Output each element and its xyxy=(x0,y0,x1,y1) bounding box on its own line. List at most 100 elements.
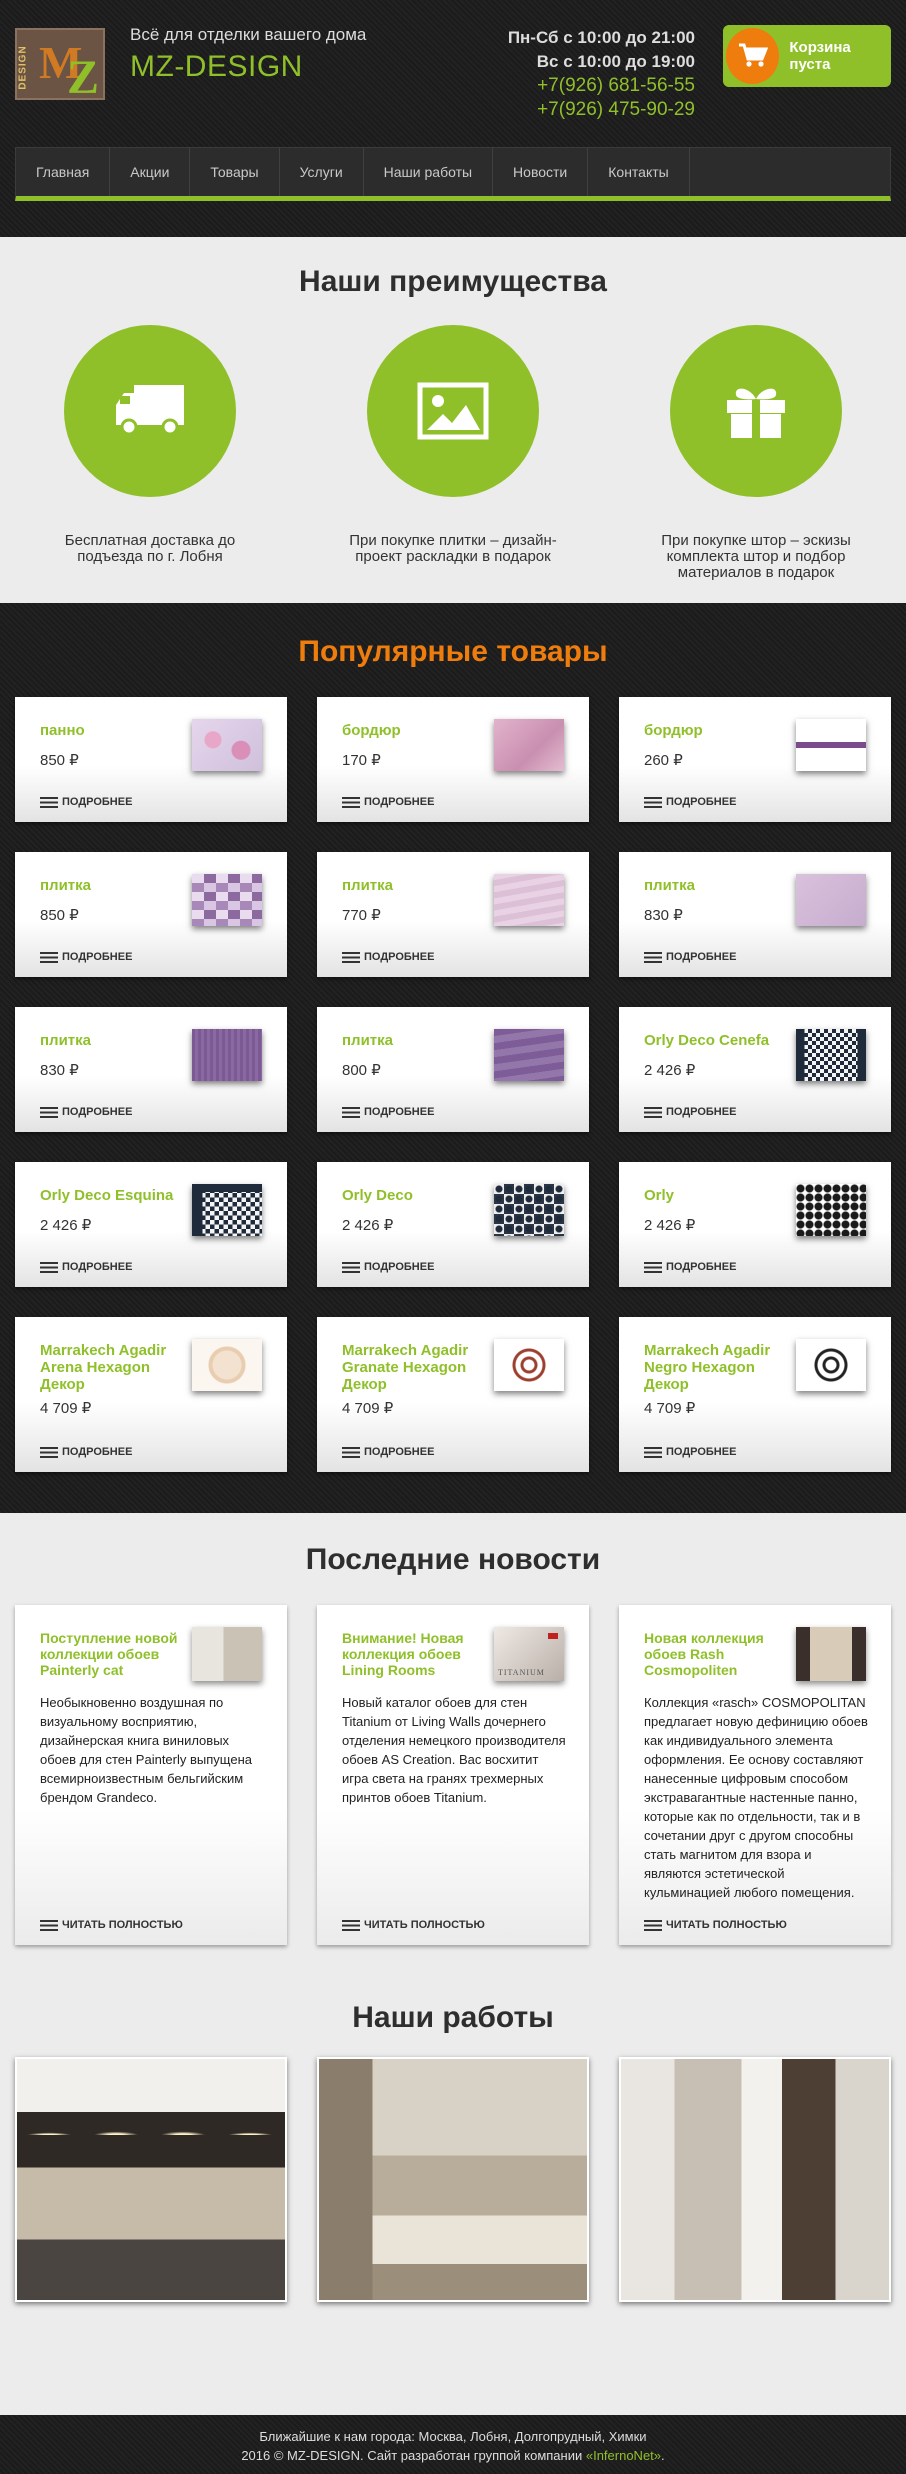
product-name[interactable]: Orly xyxy=(644,1187,789,1204)
product-thumbnail[interactable] xyxy=(796,874,866,926)
site-brand[interactable]: MZ-DESIGN xyxy=(130,50,303,84)
product-thumbnail[interactable] xyxy=(192,874,262,926)
product-card[interactable]: Marrakech Agadir Arena Hexagon Декор 4 7… xyxy=(15,1317,287,1472)
product-name[interactable]: бордюр xyxy=(644,722,789,739)
product-name[interactable]: Marrakech Agadir Negro Hexagon Декор xyxy=(644,1342,789,1393)
more-link[interactable]: ПОДРОБНЕЕ xyxy=(644,1261,736,1273)
news-thumbnail[interactable]: TITANIUM xyxy=(494,1627,564,1681)
work-photo[interactable] xyxy=(317,2057,589,2302)
read-more-link[interactable]: ЧИТАТЬ ПОЛНОСТЬЮ xyxy=(40,1919,183,1931)
product-thumbnail[interactable] xyxy=(796,1339,866,1391)
read-more-link[interactable]: ЧИТАТЬ ПОЛНОСТЬЮ xyxy=(342,1919,485,1931)
more-label: ПОДРОБНЕЕ xyxy=(364,1261,435,1273)
product-card[interactable]: Orly Deco Cenefa 2 426 ₽ ПОДРОБНЕЕ xyxy=(619,1007,891,1132)
product-card[interactable]: плитка 830 ₽ ПОДРОБНЕЕ xyxy=(619,852,891,977)
product-thumbnail[interactable] xyxy=(796,719,866,771)
more-link[interactable]: ПОДРОБНЕЕ xyxy=(644,951,736,963)
product-name[interactable]: плитка xyxy=(40,1032,185,1049)
work-photo[interactable] xyxy=(15,2057,287,2302)
more-label: ПОДРОБНЕЕ xyxy=(364,796,435,808)
product-thumbnail[interactable] xyxy=(494,874,564,926)
product-card[interactable]: Orly 2 426 ₽ ПОДРОБНЕЕ xyxy=(619,1162,891,1287)
nav-item-news[interactable]: Новости xyxy=(493,148,589,196)
more-link[interactable]: ПОДРОБНЕЕ xyxy=(40,1106,132,1118)
product-name[interactable]: Orly Deco Cenefa xyxy=(644,1032,789,1049)
advantage-text: Бесплатная доставка до подъезда по г. Ло… xyxy=(64,532,236,565)
more-link[interactable]: ПОДРОБНЕЕ xyxy=(40,1446,132,1458)
more-label: ПОДРОБНЕЕ xyxy=(62,951,133,963)
more-link[interactable]: ПОДРОБНЕЕ xyxy=(644,1446,736,1458)
menu-icon xyxy=(342,1261,360,1273)
site-logo[interactable]: M Z DESIGN xyxy=(15,28,105,100)
product-thumbnail[interactable] xyxy=(192,719,262,771)
product-price: 170 ₽ xyxy=(342,752,381,769)
product-name[interactable]: бордюр xyxy=(342,722,487,739)
product-thumbnail[interactable] xyxy=(796,1029,866,1081)
product-thumbnail[interactable] xyxy=(494,719,564,771)
product-name[interactable]: плитка xyxy=(342,1032,487,1049)
more-link[interactable]: ПОДРОБНЕЕ xyxy=(40,951,132,963)
more-link[interactable]: ПОДРОБНЕЕ xyxy=(644,1106,736,1118)
product-card[interactable]: плитка 830 ₽ ПОДРОБНЕЕ xyxy=(15,1007,287,1132)
product-thumbnail[interactable] xyxy=(494,1029,564,1081)
product-name[interactable]: Marrakech Agadir Granate Hexagon Декор xyxy=(342,1342,487,1393)
product-card[interactable]: плитка 800 ₽ ПОДРОБНЕЕ xyxy=(317,1007,589,1132)
news-headline[interactable]: Новая коллекция обоев Rash Cosmopoliten xyxy=(644,1630,794,1678)
phone-numbers: +7(926) 681-56-55 +7(926) 475-90-29 xyxy=(537,74,695,122)
product-thumbnail[interactable] xyxy=(796,1184,866,1236)
product-price: 770 ₽ xyxy=(342,907,381,924)
more-link[interactable]: ПОДРОБНЕЕ xyxy=(40,1261,132,1273)
cart-label: Корзина пуста xyxy=(789,39,851,73)
more-link[interactable]: ПОДРОБНЕЕ xyxy=(342,1261,434,1273)
nav-item-promotions[interactable]: Акции xyxy=(110,148,191,196)
more-link[interactable]: ПОДРОБНЕЕ xyxy=(342,796,434,808)
product-name[interactable]: Orly Deco Esquina xyxy=(40,1187,185,1204)
cart-button[interactable]: Корзина пуста xyxy=(723,25,891,87)
product-thumbnail[interactable] xyxy=(494,1184,564,1236)
popular-title: Популярные товары xyxy=(298,635,608,668)
developer-link[interactable]: «InfernoNet» xyxy=(586,2448,661,2463)
product-card[interactable]: Orly Deco Esquina 2 426 ₽ ПОДРОБНЕЕ xyxy=(15,1162,287,1287)
nav-item-products[interactable]: Товары xyxy=(190,148,280,196)
work-photo[interactable] xyxy=(619,2057,891,2302)
product-card[interactable]: бордюр 170 ₽ ПОДРОБНЕЕ xyxy=(317,697,589,822)
product-price: 800 ₽ xyxy=(342,1062,381,1079)
product-card[interactable]: бордюр 260 ₽ ПОДРОБНЕЕ xyxy=(619,697,891,822)
product-name[interactable]: плитка xyxy=(342,877,487,894)
product-card[interactable]: плитка 850 ₽ ПОДРОБНЕЕ xyxy=(15,852,287,977)
product-thumbnail[interactable] xyxy=(494,1339,564,1391)
phone-link[interactable]: +7(926) 475-90-29 xyxy=(537,98,695,122)
more-link[interactable]: ПОДРОБНЕЕ xyxy=(342,951,434,963)
product-thumbnail[interactable] xyxy=(192,1184,262,1236)
menu-icon xyxy=(40,1106,58,1118)
more-link[interactable]: ПОДРОБНЕЕ xyxy=(342,1106,434,1118)
news-thumbnail[interactable] xyxy=(192,1627,262,1681)
product-name[interactable]: плитка xyxy=(40,877,185,894)
more-link[interactable]: ПОДРОБНЕЕ xyxy=(40,796,132,808)
product-card[interactable]: Marrakech Agadir Granate Hexagon Декор 4… xyxy=(317,1317,589,1472)
nav-item-services[interactable]: Услуги xyxy=(280,148,364,196)
menu-icon xyxy=(342,1106,360,1118)
product-name[interactable]: Orly Deco xyxy=(342,1187,487,1204)
more-link[interactable]: ПОДРОБНЕЕ xyxy=(644,796,736,808)
menu-icon xyxy=(644,796,662,808)
product-name[interactable]: плитка xyxy=(644,877,789,894)
news-headline[interactable]: Внимание! Новая коллекция обоев Lining R… xyxy=(342,1630,492,1678)
product-card[interactable]: Orly Deco 2 426 ₽ ПОДРОБНЕЕ xyxy=(317,1162,589,1287)
nav-item-works[interactable]: Наши работы xyxy=(364,148,494,196)
product-card[interactable]: Marrakech Agadir Negro Hexagon Декор 4 7… xyxy=(619,1317,891,1472)
nav-item-home[interactable]: Главная xyxy=(16,148,111,196)
more-link[interactable]: ПОДРОБНЕЕ xyxy=(342,1446,434,1458)
news-thumbnail[interactable] xyxy=(796,1627,866,1681)
product-thumbnail[interactable] xyxy=(192,1029,262,1081)
gift-icon xyxy=(670,325,842,497)
product-card[interactable]: панно 850 ₽ ПОДРОБНЕЕ xyxy=(15,697,287,822)
product-name[interactable]: панно xyxy=(40,722,185,739)
phone-link[interactable]: +7(926) 681-56-55 xyxy=(537,74,695,98)
news-headline[interactable]: Поступление новой коллекции обоев Painte… xyxy=(40,1630,190,1678)
product-thumbnail[interactable] xyxy=(192,1339,262,1391)
nav-item-contacts[interactable]: Контакты xyxy=(588,148,690,196)
read-more-link[interactable]: ЧИТАТЬ ПОЛНОСТЬЮ xyxy=(644,1919,787,1931)
product-name[interactable]: Marrakech Agadir Arena Hexagon Декор xyxy=(40,1342,185,1393)
product-card[interactable]: плитка 770 ₽ ПОДРОБНЕЕ xyxy=(317,852,589,977)
